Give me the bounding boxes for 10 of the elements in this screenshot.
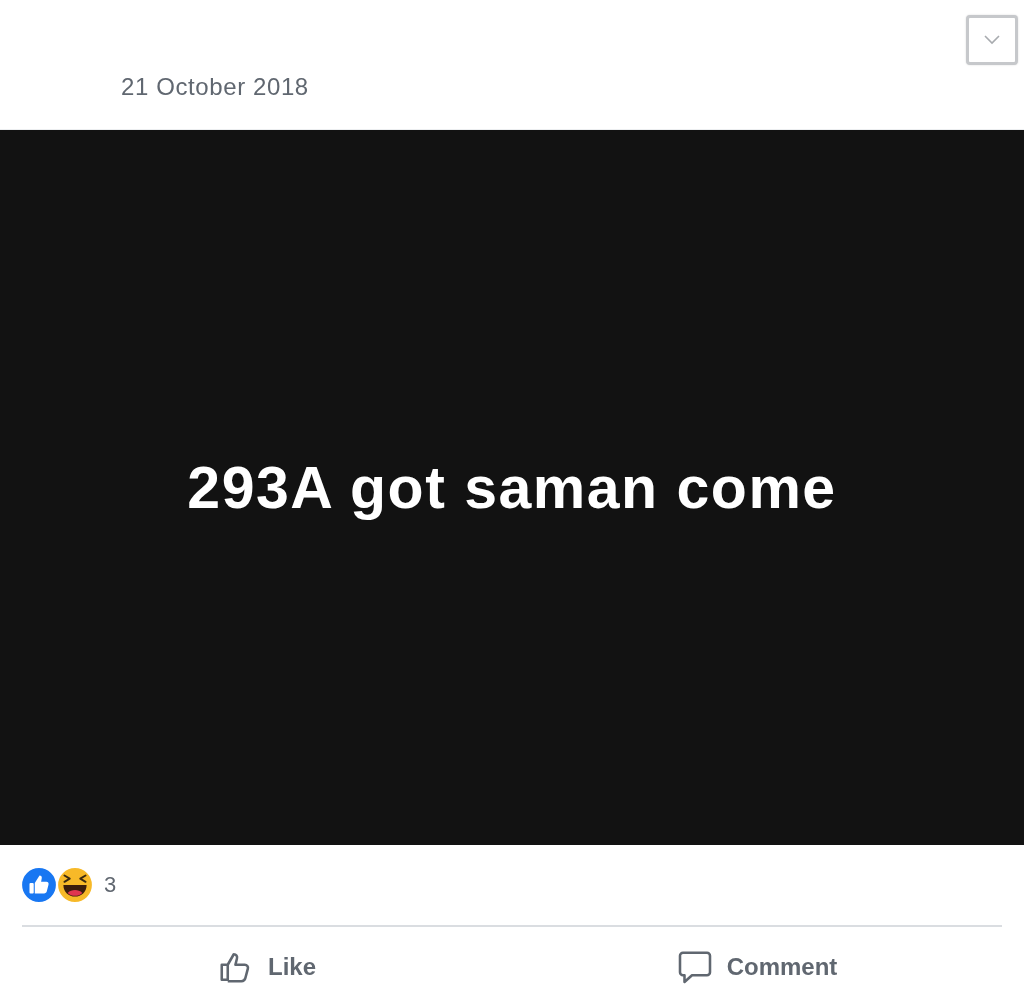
like-button[interactable]: Like xyxy=(212,940,322,993)
post-text: 293A got saman come xyxy=(187,453,837,523)
laughing-emoji-icon xyxy=(56,866,94,904)
post-date[interactable]: 21 October 2018 xyxy=(121,73,309,101)
options-dropdown-button[interactable] xyxy=(966,15,1018,65)
reaction-count[interactable]: 3 xyxy=(104,872,117,898)
speech-bubble-icon xyxy=(676,948,713,985)
comment-button[interactable]: Comment xyxy=(670,940,844,993)
chevron-down-icon xyxy=(984,35,1000,45)
like-reaction-icon xyxy=(20,866,58,904)
